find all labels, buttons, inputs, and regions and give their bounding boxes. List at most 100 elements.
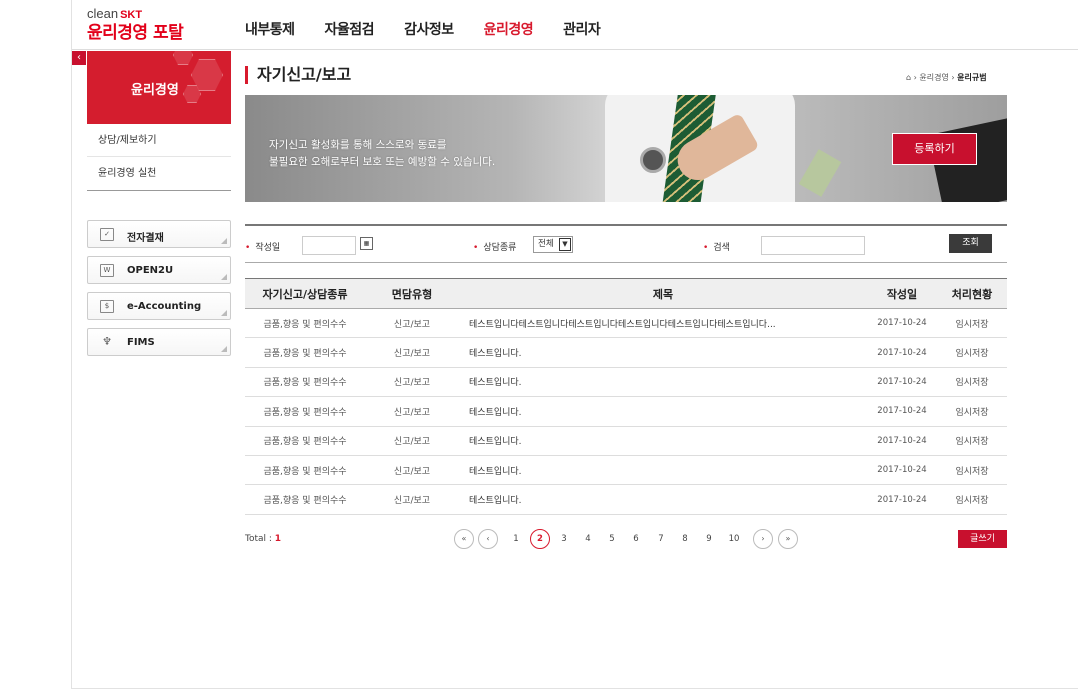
cell-status: 임시저장	[937, 308, 1007, 339]
breadcrumb: ⌂ › 윤리경영 › 윤리규범	[906, 73, 987, 82]
sidebar-item-consult[interactable]: 상담/제보하기	[87, 124, 231, 157]
page-number[interactable]: 1	[506, 529, 526, 549]
cell-status: 임시저장	[937, 426, 1007, 456]
quick-link-fims[interactable]: ♆ FIMS	[87, 328, 231, 356]
cell-date: 2017-10-24	[867, 426, 937, 456]
breadcrumb-item[interactable]: 윤리경영	[919, 73, 948, 82]
page-number[interactable]: 6	[626, 529, 646, 549]
page-number[interactable]: 8	[675, 529, 695, 549]
table-body: 금품,향응 및 편의수수 신고/보고 테스트입니다테스트입니다테스트입니다테스트입니…	[245, 308, 1007, 515]
currency-icon: $	[100, 300, 114, 313]
page-frame: clean SKT 윤리경영 포탈 내부통제 자율점검 감사정보 윤리경영 관리자…	[71, 0, 1078, 689]
write-button[interactable]: 글쓰기	[958, 530, 1007, 548]
page-number[interactable]: 7	[651, 529, 671, 549]
register-button[interactable]: 등록하기	[892, 133, 977, 165]
keyword-input[interactable]	[761, 236, 865, 255]
corner-decoration	[221, 346, 227, 352]
cell-date: 2017-10-24	[867, 367, 937, 398]
column-header[interactable]: 면담유형	[365, 278, 459, 309]
hero-text-line: 자기신고 활성화를 통해 스스로와 동료를	[269, 139, 447, 151]
antenna-icon: ♆	[102, 335, 112, 348]
cell-interview-type: 신고/보고	[365, 337, 459, 368]
cell-date: 2017-10-24	[867, 455, 937, 486]
table-row[interactable]: 금품,향응 및 편의수수 신고/보고 테스트입니다. 2017-10-24 임시저장	[245, 396, 1007, 427]
cell-type: 금품,향응 및 편의수수	[245, 426, 365, 456]
date-input[interactable]	[302, 236, 356, 255]
nav-item-internal-control[interactable]: 내부통제	[245, 19, 295, 39]
cell-title[interactable]: 테스트입니다.	[459, 484, 867, 515]
calendar-icon[interactable]: ▦	[360, 237, 373, 250]
nav-item-self-check[interactable]: 자율점검	[325, 19, 375, 39]
cell-status: 임시저장	[937, 455, 1007, 486]
cell-type: 금품,향응 및 편의수수	[245, 367, 365, 398]
cell-title[interactable]: 테스트입니다.	[459, 337, 867, 368]
first-page-icon[interactable]: «	[454, 529, 474, 549]
table-row[interactable]: 금품,향응 및 편의수수 신고/보고 테스트입니다. 2017-10-24 임시저장	[245, 455, 1007, 486]
cell-interview-type: 신고/보고	[365, 426, 459, 456]
cell-status: 임시저장	[937, 484, 1007, 515]
cell-type: 금품,향응 및 편의수수	[245, 337, 365, 368]
quick-link-label: 전자결재	[127, 233, 164, 244]
cell-date: 2017-10-24	[867, 308, 937, 339]
quick-link-e-accounting[interactable]: $ e-Accounting	[87, 292, 231, 320]
sidebar-banner: 윤리경영	[87, 51, 231, 124]
quick-link-open2u[interactable]: W OPEN2U	[87, 256, 231, 284]
page-number[interactable]: 4	[578, 529, 598, 549]
nav-item-admin[interactable]: 관리자	[563, 19, 601, 39]
quick-link-label: e-Accounting	[127, 301, 202, 312]
total-count: Total : 1	[245, 534, 281, 544]
cell-interview-type: 신고/보고	[365, 367, 459, 398]
page-number[interactable]: 9	[699, 529, 719, 549]
cell-title[interactable]: 테스트입니다테스트입니다테스트입니다테스트입니다테스트입니다테스트입니다...	[459, 308, 867, 339]
next-page-icon[interactable]: ›	[753, 529, 773, 549]
column-header[interactable]: 자기신고/상담종류	[245, 278, 365, 309]
page-number[interactable]: 3	[554, 529, 574, 549]
table-row[interactable]: 금품,향응 및 편의수수 신고/보고 테스트입니다. 2017-10-24 임시저장	[245, 426, 1007, 456]
cell-title[interactable]: 테스트입니다.	[459, 455, 867, 486]
page-number[interactable]: 10	[724, 529, 744, 549]
table-row[interactable]: 금품,향응 및 편의수수 신고/보고 테스트입니다. 2017-10-24 임시저장	[245, 337, 1007, 368]
corner-decoration	[221, 310, 227, 316]
type-select-value: 전체	[538, 239, 554, 249]
cell-status: 임시저장	[937, 396, 1007, 427]
nav-item-audit-info[interactable]: 감사정보	[404, 19, 454, 39]
hero-image-money	[798, 149, 842, 197]
date-label: 작성일	[245, 240, 280, 253]
logo-clean-text: clean	[87, 6, 119, 21]
breadcrumb-current: 윤리규범	[957, 73, 987, 82]
hexagon-decoration	[173, 51, 193, 65]
sidebar-banner-title: 윤리경영	[131, 83, 179, 98]
table-row[interactable]: 금품,향응 및 편의수수 신고/보고 테스트입니다테스트입니다테스트입니다테스트입니…	[245, 308, 1007, 339]
total-value: 1	[274, 534, 282, 544]
cell-title[interactable]: 테스트입니다.	[459, 426, 867, 456]
sidebar-collapse-icon[interactable]: ‹	[72, 51, 86, 65]
corner-decoration	[221, 238, 227, 244]
hero-banner: 자기신고 활성화를 통해 스스로와 동료를 불필요한 오해로부터 보호 또는 예…	[245, 95, 1007, 202]
nav-item-ethics[interactable]: 윤리경영	[484, 19, 534, 39]
quick-link-approval[interactable]: ✓ 전자결재	[87, 220, 231, 248]
type-select[interactable]: 전체 ▼	[533, 236, 573, 253]
column-header[interactable]: 제목	[459, 278, 867, 309]
w-window-icon: W	[100, 264, 114, 277]
table-row[interactable]: 금품,향응 및 편의수수 신고/보고 테스트입니다. 2017-10-24 임시저장	[245, 367, 1007, 398]
cell-title[interactable]: 테스트입니다.	[459, 367, 867, 398]
logo-title: 윤리경영 포탈	[87, 23, 184, 43]
logo[interactable]: clean SKT 윤리경영 포탈	[87, 6, 184, 44]
search-button[interactable]: 조회	[949, 234, 992, 253]
table-header-row: 자기신고/상담종류 면담유형 제목 작성일 처리현황	[245, 278, 1007, 309]
cell-interview-type: 신고/보고	[365, 308, 459, 339]
home-icon[interactable]: ⌂	[906, 73, 911, 82]
cell-interview-type: 신고/보고	[365, 396, 459, 427]
page-number[interactable]: 5	[602, 529, 622, 549]
cell-title[interactable]: 테스트입니다.	[459, 396, 867, 427]
last-page-icon[interactable]: »	[778, 529, 798, 549]
table-row[interactable]: 금품,향응 및 편의수수 신고/보고 테스트입니다. 2017-10-24 임시저장	[245, 484, 1007, 515]
corner-decoration	[221, 274, 227, 280]
column-header[interactable]: 작성일	[867, 278, 937, 309]
column-header[interactable]: 처리현황	[937, 278, 1007, 309]
cell-status: 임시저장	[937, 367, 1007, 398]
cell-type: 금품,향응 및 편의수수	[245, 455, 365, 486]
page-number-current[interactable]: 2	[530, 529, 550, 549]
sidebar-item-ethics-practice[interactable]: 윤리경영 실천	[87, 157, 231, 190]
prev-page-icon[interactable]: ‹	[478, 529, 498, 549]
